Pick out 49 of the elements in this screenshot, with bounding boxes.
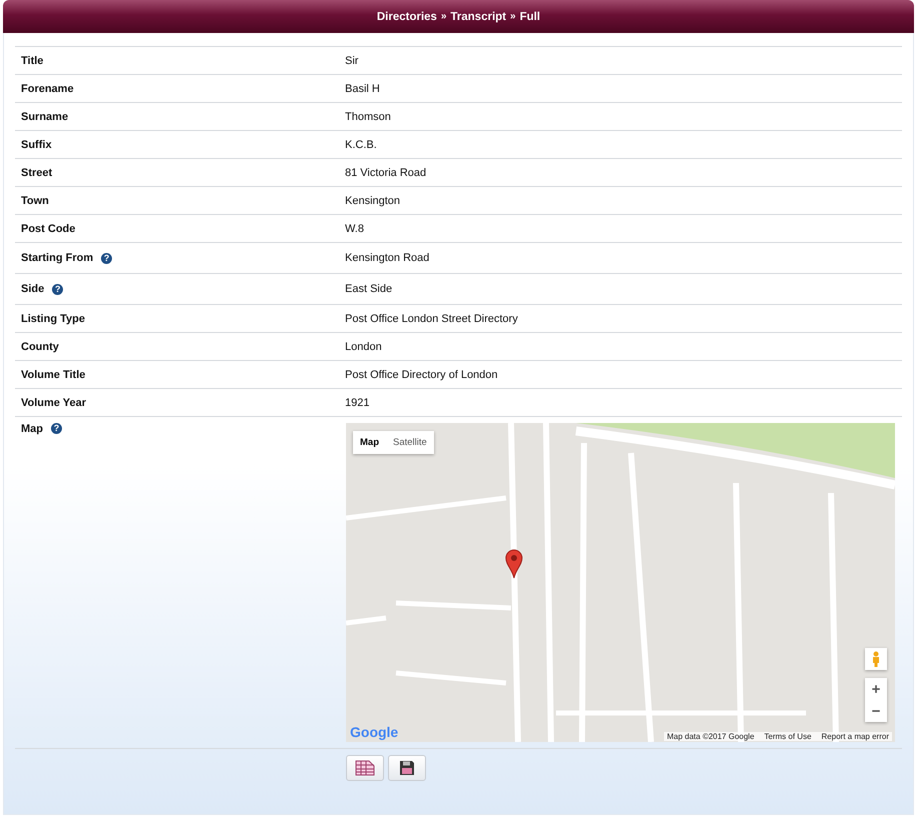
zoom-button[interactable]: +: [865, 678, 887, 700]
field-value: Basil H: [345, 82, 380, 94]
map-pin-icon[interactable]: [505, 549, 523, 579]
field-value: Post Office Directory of London: [345, 368, 498, 380]
map-link[interactable]: Report a map error: [821, 732, 889, 741]
field-label: Listing Type: [21, 312, 85, 324]
map-type-tab[interactable]: Satellite: [386, 431, 434, 454]
field-label: Volume Title: [21, 368, 86, 380]
field-value: East Side: [345, 283, 392, 295]
breadcrumb-item[interactable]: Transcript: [450, 10, 506, 22]
breadcrumb-separator: »: [510, 11, 516, 22]
save-icon: [399, 760, 415, 776]
field-label: Map: [21, 423, 43, 435]
breadcrumb-item[interactable]: Full: [520, 10, 540, 22]
field-label: Starting From: [21, 252, 94, 264]
field-value: W.8: [345, 222, 364, 234]
breadcrumb-separator: »: [440, 11, 447, 22]
field-value: London: [345, 340, 382, 352]
field-label: Surname: [21, 110, 68, 122]
field-label: Side: [21, 283, 44, 295]
field-value: Sir: [345, 54, 358, 66]
field-value: Kensington: [345, 194, 400, 206]
help-icon[interactable]: ?: [101, 252, 112, 264]
map-type-tab[interactable]: Map: [353, 431, 386, 454]
field-label: Town: [21, 194, 49, 206]
map-attribution: Map data ©2017 Google: [666, 732, 754, 741]
map-logo: Google: [350, 724, 398, 740]
field-value: 1921: [345, 396, 370, 408]
field-value: K.C.B.: [345, 138, 377, 150]
person-icon: [872, 651, 880, 667]
zoom-button[interactable]: −: [865, 700, 887, 722]
field-label: Post Code: [21, 222, 76, 234]
field-value: 81 Victoria Road: [345, 166, 426, 178]
save-button[interactable]: [388, 755, 426, 781]
field-label: Suffix: [21, 138, 52, 150]
field-value: Kensington Road: [345, 252, 430, 264]
field-label: Street: [21, 166, 52, 178]
table-button[interactable]: [346, 755, 384, 781]
table-icon: [355, 760, 375, 776]
field-label: Title: [21, 54, 44, 66]
field-value: Post Office London Street Directory: [345, 312, 518, 324]
help-icon[interactable]: ?: [51, 423, 62, 434]
field-label: County: [21, 340, 59, 352]
field-label: Volume Year: [21, 396, 86, 408]
field-value: Thomson: [345, 110, 391, 122]
map-link[interactable]: Terms of Use: [764, 732, 812, 741]
breadcrumb-item[interactable]: Directories: [376, 10, 437, 22]
help-icon[interactable]: ?: [52, 284, 64, 294]
field-label: Forename: [21, 82, 74, 94]
